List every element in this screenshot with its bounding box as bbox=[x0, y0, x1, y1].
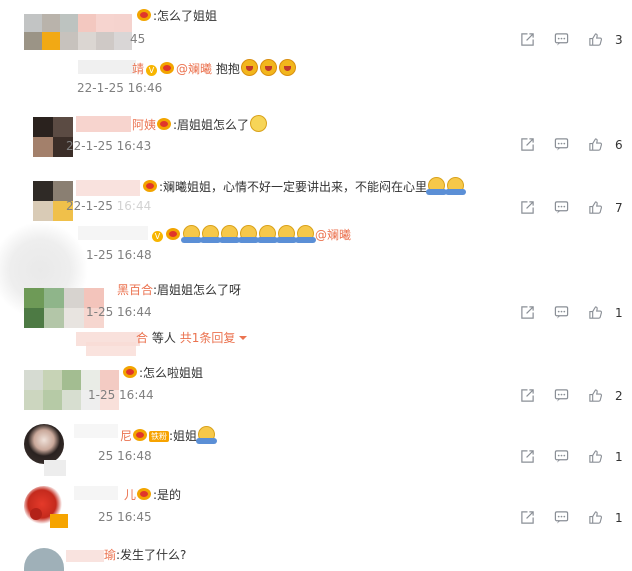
like-count: 1 bbox=[615, 511, 623, 525]
reply-body: V @斓曦 bbox=[150, 225, 351, 243]
like-count: 1 bbox=[615, 450, 623, 464]
thumbs-up-icon[interactable] bbox=[588, 388, 603, 403]
fan-badge: 铁粉 bbox=[149, 431, 170, 442]
comment-time: 22-1-25 16:43 bbox=[66, 139, 152, 153]
blurred-username bbox=[74, 486, 118, 500]
comment-body: :斓曦姐姐，心情不好一定要讲出来，不能闷在心里 bbox=[142, 177, 467, 195]
hug-emoji-icon bbox=[200, 225, 221, 243]
crown-badge-icon bbox=[132, 429, 148, 442]
hug-emoji-icon bbox=[257, 225, 278, 243]
verified-badge-icon: V bbox=[152, 231, 163, 242]
comment-body: 阿姨:眉姐姐怎么了 bbox=[132, 115, 268, 133]
share-icon[interactable] bbox=[520, 200, 535, 215]
thumbs-up-icon[interactable] bbox=[588, 449, 603, 464]
crown-badge-icon bbox=[122, 366, 138, 379]
face-emoji-icon bbox=[250, 115, 268, 132]
like-count: 7 bbox=[615, 201, 623, 215]
comment-actions: 3 bbox=[520, 32, 632, 50]
reply-body: 靖 V @斓曦 抱抱 bbox=[132, 59, 297, 77]
thumbs-up-icon[interactable] bbox=[588, 137, 603, 152]
blurred-username bbox=[76, 180, 140, 196]
reply-time: 1-25 16:48 bbox=[86, 248, 152, 262]
comment-actions: 1 bbox=[520, 449, 632, 467]
comment-actions: 2 bbox=[520, 388, 632, 406]
comment-body: :怎么啦姐姐 bbox=[122, 365, 203, 381]
avatar[interactable] bbox=[24, 424, 70, 476]
thumbs-up-icon[interactable] bbox=[588, 200, 603, 215]
comment-body: 瑜:发生了什么? bbox=[104, 548, 187, 562]
crown-badge-icon bbox=[156, 118, 172, 131]
hug-emoji-icon bbox=[219, 225, 240, 243]
comment-time: 1-25 16:44 bbox=[88, 388, 154, 402]
hug-emoji-icon bbox=[295, 225, 316, 243]
crown-badge-icon bbox=[159, 62, 175, 75]
comment-time: 22-1-25 16:44 bbox=[66, 199, 152, 213]
crown-badge-icon bbox=[136, 9, 152, 22]
comment-icon[interactable] bbox=[554, 510, 569, 525]
cry-emoji-icon bbox=[259, 59, 277, 76]
avatar[interactable] bbox=[24, 486, 70, 532]
hug-emoji-icon bbox=[276, 225, 297, 243]
comment-actions: 1 bbox=[520, 510, 632, 528]
hug-emoji-icon bbox=[238, 225, 259, 243]
caret-down-icon[interactable] bbox=[239, 334, 248, 342]
comment-icon[interactable] bbox=[554, 449, 569, 464]
share-icon[interactable] bbox=[520, 305, 535, 320]
like-count: 1 bbox=[615, 306, 623, 320]
share-icon[interactable] bbox=[520, 510, 535, 525]
avatar[interactable] bbox=[24, 14, 134, 52]
blurred-username bbox=[66, 550, 104, 562]
share-icon[interactable] bbox=[520, 449, 535, 464]
crown-badge-icon bbox=[165, 228, 181, 241]
comment-actions: 6 bbox=[520, 137, 632, 155]
blurred-username bbox=[86, 342, 136, 356]
cry-emoji-icon bbox=[240, 59, 258, 76]
reply-summary-text: 合 等人 共1条回复 bbox=[136, 330, 248, 346]
more-replies-link[interactable]: 共1条回复 bbox=[180, 331, 236, 345]
comment-icon[interactable] bbox=[554, 388, 569, 403]
comment-body: :怎么了姐姐 bbox=[136, 8, 217, 24]
share-icon[interactable] bbox=[520, 32, 535, 47]
thumbs-up-icon[interactable] bbox=[588, 510, 603, 525]
comment-icon[interactable] bbox=[554, 305, 569, 320]
share-icon[interactable] bbox=[520, 137, 535, 152]
comment-actions: 7 bbox=[520, 200, 632, 218]
like-count: 3 bbox=[615, 33, 623, 47]
comment-actions: 1 bbox=[520, 305, 632, 323]
blurred-username bbox=[78, 60, 136, 74]
crown-badge-icon bbox=[136, 488, 152, 501]
comment-icon[interactable] bbox=[554, 200, 569, 215]
comment-time: 25 16:45 bbox=[98, 510, 152, 524]
comment-icon[interactable] bbox=[554, 32, 569, 47]
thumbs-up-icon[interactable] bbox=[588, 305, 603, 320]
comment-icon[interactable] bbox=[554, 137, 569, 152]
reply-time: 22-1-25 16:46 bbox=[77, 81, 163, 95]
verified-badge-icon: V bbox=[146, 65, 158, 76]
avatar[interactable] bbox=[24, 548, 64, 571]
hug-emoji-icon bbox=[445, 177, 467, 195]
crown-badge-icon bbox=[142, 180, 158, 193]
cry-emoji-icon bbox=[278, 59, 296, 76]
share-icon[interactable] bbox=[520, 388, 535, 403]
blurred-username bbox=[78, 226, 148, 240]
blurred-username bbox=[74, 424, 118, 438]
like-count: 6 bbox=[615, 138, 623, 152]
comment-body: 尼铁粉:姐姐 bbox=[120, 426, 218, 444]
like-count: 2 bbox=[615, 389, 623, 403]
comment-time: 25 16:48 bbox=[98, 449, 152, 463]
comment-body: 黑百合:眉姐姐怎么了呀 bbox=[117, 283, 242, 297]
comment-time: 45 bbox=[130, 32, 146, 46]
comment-time: 1-25 16:44 bbox=[86, 305, 152, 319]
hug-emoji-icon bbox=[181, 225, 202, 243]
hug-emoji-icon bbox=[426, 177, 448, 195]
thumbs-up-icon[interactable] bbox=[588, 32, 603, 47]
blurred-username bbox=[76, 116, 131, 132]
hug-emoji-icon bbox=[196, 426, 218, 444]
comment-body: 儿:是的 bbox=[124, 488, 182, 502]
